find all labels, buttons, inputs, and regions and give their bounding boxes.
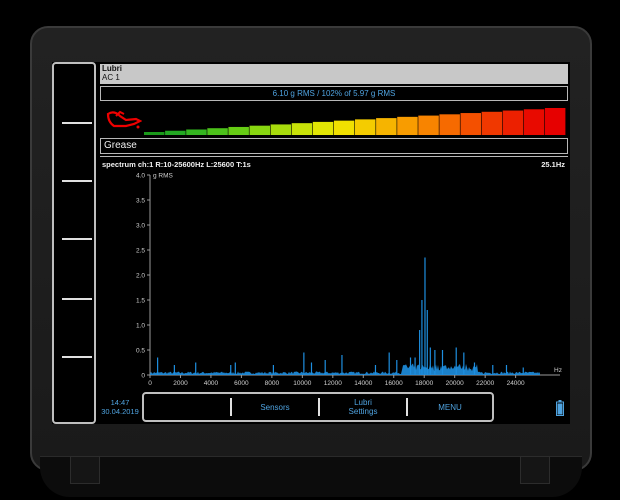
header: Lubri AC 1 [100,64,568,84]
x-tick-label: 12000 [324,380,342,387]
left-softkey-5[interactable] [54,300,94,358]
level-bar-segment [228,126,249,135]
main-panel: Lubri AC 1 6.10 g RMS / 102% of 5.97 g R… [100,62,568,392]
app-title: Lubri [102,64,122,73]
x-tick-label: 4000 [204,380,219,387]
left-softkey-4[interactable] [54,240,94,298]
x-tick-label: 24000 [507,380,525,387]
date-label: 30.04.2019 [101,407,139,416]
y-tick-label: 2.5 [136,248,145,255]
lubri-settings-line2: Settings [348,407,378,416]
screen: Lubri AC 1 6.10 g RMS / 102% of 5.97 g R… [52,62,570,424]
level-bar-segment [418,115,439,135]
x-tick-label: 22000 [476,380,494,387]
channel-label: AC 1 [102,73,120,82]
sensors-button[interactable]: Sensors [232,394,318,420]
x-tick-label: 2000 [173,380,188,387]
level-bar-segment [144,132,165,135]
level-bar-segment [376,118,397,135]
time-label: 14:47 [110,398,130,407]
level-bar-segment [355,119,376,135]
menu-button[interactable]: MENU [408,394,492,420]
x-tick-label: 18000 [415,380,433,387]
x-axis-label: Hz [554,367,562,374]
level-bar-segment [439,114,460,135]
left-softkey-1[interactable] [54,64,94,122]
level-bar-segment [207,128,228,135]
rms-readout: 6.10 g RMS / 102% of 5.97 g RMS [100,86,568,101]
spectrum-panel: spectrum ch:1 R:10-25600Hz L:25600 T:1s … [100,156,568,392]
level-bar-segment [186,129,207,135]
level-bar-segment [291,123,313,135]
left-softkey-panel [52,62,96,424]
level-bar-segment [270,124,292,135]
y-tick-label: 1.0 [136,323,145,330]
lubri-settings-button[interactable]: Lubri Settings [320,394,406,420]
battery-icon [556,400,564,416]
state-label: Grease [100,138,568,154]
spectrum-peak-readout: 25.1Hz [541,160,565,169]
softkey-blank[interactable] [144,394,230,420]
y-tick-label: 0.5 [136,348,145,355]
hinge-right [520,456,550,484]
level-bar-segment [502,110,524,135]
spectrum-chart: 0 0.5 1.0 1.5 2.0 2.5 3.0 3.5 4.0 g RMS 0 2000 4000 6… [136,173,562,388]
level-bar-area [100,102,568,136]
y-tick-label: 2.0 [136,273,145,280]
y-tick-label: 1.5 [136,298,145,305]
left-softkey-3[interactable] [54,182,94,240]
device-base [40,456,582,497]
y-tick-label: 3.5 [136,198,145,205]
level-bar-segment [544,108,566,135]
y-tick-label: 0 [141,373,145,380]
left-softkey-2[interactable] [54,124,94,182]
y-axis-label: g RMS [153,173,174,180]
level-bar-segment [312,121,334,135]
level-bar-segment [481,111,503,135]
level-bar-segment [523,109,545,135]
softkey-bar: Sensors Lubri Settings MENU [142,392,494,422]
y-tick-label: 3.0 [136,223,145,230]
level-bar-segment [333,120,355,135]
datetime: 14:47 30.04.2019 [96,398,144,416]
level-bar-segment [397,116,418,135]
left-softkey-6[interactable] [54,358,94,416]
x-tick-label: 16000 [385,380,403,387]
level-bar-segment [249,125,270,135]
level-bar [144,108,566,135]
x-tick-label: 8000 [265,380,280,387]
x-tick-label: 14000 [354,380,372,387]
hinge-left [70,456,100,484]
chart-axes [149,175,560,376]
x-tick-label: 0 [148,380,152,387]
spectrum-noise-floor [150,363,540,375]
level-bar-segment [460,113,481,135]
spectrum-title: spectrum ch:1 R:10-25600Hz L:25600 T:1s [102,160,251,169]
x-tick-label: 10000 [293,380,311,387]
lubri-settings-line1: Lubri [354,398,372,407]
y-tick-label: 4.0 [136,173,145,180]
level-bar-segment [165,130,186,135]
x-tick-label: 20000 [446,380,464,387]
bottom-bar: 14:47 30.04.2019 Sensors Lubri Settings … [96,392,570,424]
x-tick-label: 6000 [234,380,249,387]
